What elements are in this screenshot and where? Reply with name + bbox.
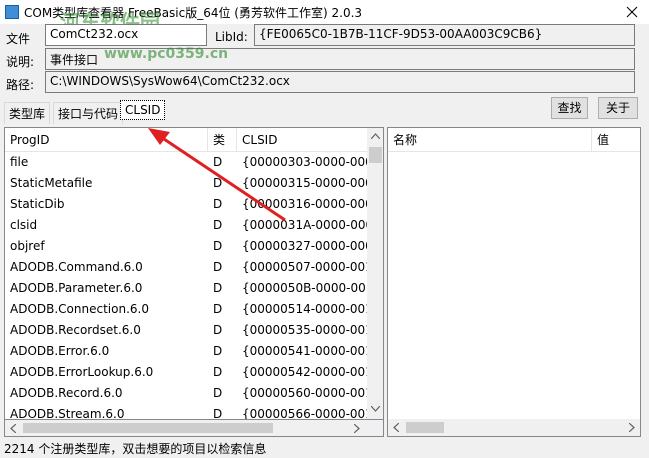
progid-cell: ADODB.Parameter.6.0 xyxy=(10,281,143,295)
class-cell: D xyxy=(213,302,223,316)
scroll-left-icon[interactable] xyxy=(10,424,16,433)
hscroll-thumb[interactable] xyxy=(406,422,444,433)
class-cell: D xyxy=(213,281,223,295)
libid-field[interactable]: {FE0065C0-1B7B-11CF-9D53-00AA003C9CB6} xyxy=(254,24,635,46)
class-cell: D xyxy=(213,323,223,337)
progid-cell: ADODB.Connection.6.0 xyxy=(10,302,149,316)
list-hscrollbar[interactable] xyxy=(4,420,384,437)
scroll-right-icon[interactable] xyxy=(354,424,360,433)
progid-cell: ADODB.Command.6.0 xyxy=(10,260,143,274)
class-cell: D xyxy=(213,386,223,400)
file-label: 文件 xyxy=(6,32,31,46)
title-bar: COM类型库查看器 FreeBasic版_64位 (勇芳软件工作室) 2.0.3… xyxy=(0,0,649,34)
table-row[interactable]: ADODB.Command.6.0 D {00000507-0000-0010 xyxy=(5,257,367,278)
file-field[interactable]: ComCt232.ocx xyxy=(45,24,207,46)
clsid-cell: {00000507-0000-0010 xyxy=(242,260,367,274)
progid-cell: ADODB.ErrorLookup.6.0 xyxy=(10,365,154,379)
tab-typelib[interactable]: 类型库 xyxy=(4,102,51,124)
col-header-value[interactable]: 值 xyxy=(592,128,640,152)
scroll-thumb[interactable] xyxy=(369,147,382,163)
progid-cell: objref xyxy=(10,239,45,253)
table-row[interactable]: ADODB.Record.6.0 D {00000560-0000-0010 xyxy=(5,383,367,404)
watermark-url: www.pc0359.cn xyxy=(104,46,229,62)
table-row[interactable]: ADODB.Recordset.6.0 D {00000535-0000-0010 xyxy=(5,320,367,341)
list-scrollbar[interactable] xyxy=(367,128,383,419)
table-row[interactable]: ADODB.ErrorLookup.6.0 D {00000542-0000-001… xyxy=(5,362,367,383)
scroll-right-icon[interactable] xyxy=(629,423,635,432)
clsid-cell: {00000514-0000-0010 xyxy=(242,302,367,316)
table-row[interactable]: ADODB.Connection.6.0 D {00000514-0000-0010 xyxy=(5,299,367,320)
scroll-up-icon[interactable] xyxy=(371,133,380,139)
libid-label: LibId: xyxy=(215,30,248,44)
clsid-cell: {00000535-0000-0010 xyxy=(242,323,367,337)
class-cell: D xyxy=(213,239,223,253)
clsid-cell: {00000541-0000-0010 xyxy=(242,344,367,358)
table-row[interactable]: objref D {00000327-0000-0000 xyxy=(5,236,367,257)
desc-label: 说明: xyxy=(6,55,35,69)
progid-cell: ADODB.Record.6.0 xyxy=(10,386,123,400)
class-cell: D xyxy=(213,365,223,379)
detail-hscrollbar[interactable] xyxy=(388,419,640,436)
progid-cell: ADODB.Recordset.6.0 xyxy=(10,323,141,337)
progid-cell: ADODB.Error.6.0 xyxy=(10,344,110,358)
about-button[interactable]: 关于 xyxy=(598,97,638,119)
clsid-cell: {00000327-0000-0000 xyxy=(242,239,367,253)
find-button[interactable]: 查找 xyxy=(551,97,588,119)
detail-list-header: 名称 值 xyxy=(388,128,640,152)
app-icon xyxy=(5,5,19,19)
class-cell: D xyxy=(213,344,223,358)
close-icon xyxy=(626,6,638,18)
col-header-name[interactable]: 名称 xyxy=(388,128,592,152)
class-cell: D xyxy=(213,407,223,420)
table-row[interactable]: ADODB.Stream.6.0 D {00000566-0000-0010 xyxy=(5,404,367,420)
progid-cell: ADODB.Stream.6.0 xyxy=(10,407,125,420)
tab-interfaces-code[interactable]: 接口与代码 xyxy=(53,102,124,124)
clsid-cell: {00000560-0000-0010 xyxy=(242,386,367,400)
status-bar: 2214 个注册类型库，双击想要的项目以检索信息 xyxy=(0,441,649,458)
clsid-cell: {0000050B-0000-0010 xyxy=(242,281,367,295)
table-row[interactable]: ADODB.Parameter.6.0 D {0000050B-0000-0010 xyxy=(5,278,367,299)
annotation-arrow-icon xyxy=(148,128,286,222)
clsid-cell: {00000566-0000-0010 xyxy=(242,407,367,420)
path-label: 路径: xyxy=(6,78,35,92)
path-field[interactable]: C:\WINDOWS\SysWow64\ComCt232.ocx xyxy=(45,71,635,93)
clsid-cell: {00000542-0000-0010 xyxy=(242,365,367,379)
detail-list[interactable]: 名称 值 xyxy=(387,127,641,437)
scroll-down-icon[interactable] xyxy=(371,406,380,412)
class-cell: D xyxy=(213,260,223,274)
scroll-left-icon[interactable] xyxy=(393,423,399,432)
close-button[interactable] xyxy=(616,0,649,24)
hscroll-thumb[interactable] xyxy=(23,423,273,433)
table-row[interactable]: ADODB.Error.6.0 D {00000541-0000-0010 xyxy=(5,341,367,362)
